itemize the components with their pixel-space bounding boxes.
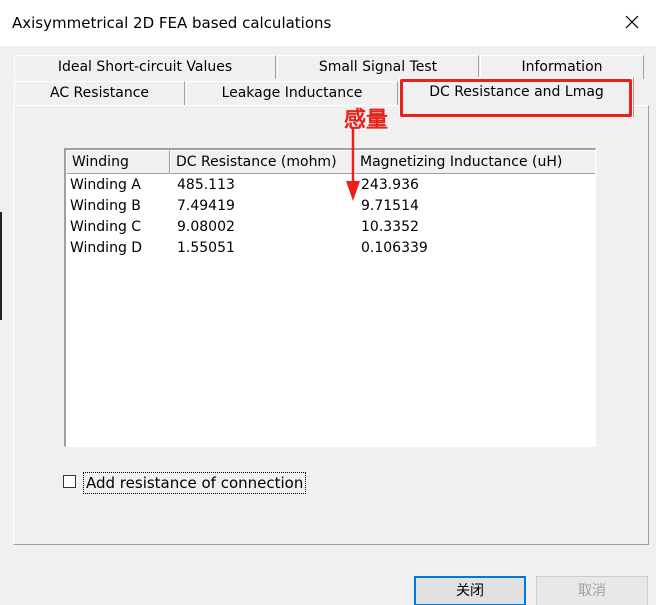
cell-winding: Winding C	[70, 219, 142, 235]
tab-label: Ideal Short-circuit Values	[57, 59, 233, 75]
arrow-down-icon	[346, 127, 360, 201]
column-header-magnetizing-inductance[interactable]: Magnetizing Inductance (uH)	[354, 150, 595, 174]
window-title: Axisymmetrical 2D FEA based calculations	[12, 14, 332, 32]
close-button[interactable]	[610, 0, 656, 46]
tab-small-signal-test[interactable]: Small Signal Test	[277, 55, 479, 79]
cell-dc-resistance: 1.55051	[177, 240, 235, 256]
cell-magnetizing-inductance: 9.71514	[361, 198, 419, 214]
tab-label: DC Resistance and Lmag	[429, 84, 604, 100]
tab-ac-resistance[interactable]: AC Resistance	[14, 81, 185, 107]
cell-magnetizing-inductance: 10.3352	[361, 219, 419, 235]
cell-winding: Winding D	[70, 240, 143, 256]
cell-winding: Winding B	[70, 198, 141, 214]
tab-label: Leakage Inductance	[221, 85, 363, 101]
cancel-button[interactable]: 取消	[536, 576, 648, 605]
tab-ideal-short-circuit-values[interactable]: Ideal Short-circuit Values	[14, 55, 276, 79]
title-bar: Axisymmetrical 2D FEA based calculations	[0, 0, 656, 46]
table-row[interactable]: Winding C 9.08002 10.3352	[66, 217, 595, 238]
cell-dc-resistance: 9.08002	[177, 219, 235, 235]
tab-information[interactable]: Information	[480, 55, 644, 79]
table-row[interactable]: Winding D 1.55051 0.106339	[66, 238, 595, 259]
cell-magnetizing-inductance: 243.936	[361, 177, 419, 193]
tab-label: Small Signal Test	[318, 59, 438, 75]
cell-dc-resistance: 485.113	[177, 177, 235, 193]
table-header: Winding DC Resistance (mohm) Magnetizing…	[66, 150, 595, 174]
add-resistance-label[interactable]: Add resistance of connection	[83, 472, 307, 494]
table-row[interactable]: Winding B 7.49419 9.71514	[66, 196, 595, 217]
tab-label: Information	[521, 59, 603, 75]
tab-dc-resistance-and-lmag[interactable]: DC Resistance and Lmag	[399, 77, 634, 117]
column-header-dc-resistance[interactable]: DC Resistance (mohm)	[170, 150, 354, 174]
close-icon	[625, 15, 639, 29]
close-dialog-button[interactable]: 关闭	[414, 576, 526, 605]
table-body: Winding A 485.113 243.936 Winding B 7.49…	[66, 175, 595, 259]
cell-dc-resistance: 7.49419	[177, 198, 235, 214]
background-window-edge	[0, 212, 2, 320]
column-header-winding[interactable]: Winding	[66, 150, 170, 174]
tab-label: AC Resistance	[50, 85, 149, 101]
table-row[interactable]: Winding A 485.113 243.936	[66, 175, 595, 196]
cell-winding: Winding A	[70, 177, 141, 193]
cell-magnetizing-inductance: 0.106339	[361, 240, 428, 256]
add-resistance-checkbox[interactable]	[63, 475, 76, 488]
results-table[interactable]: Winding DC Resistance (mohm) Magnetizing…	[64, 148, 596, 447]
